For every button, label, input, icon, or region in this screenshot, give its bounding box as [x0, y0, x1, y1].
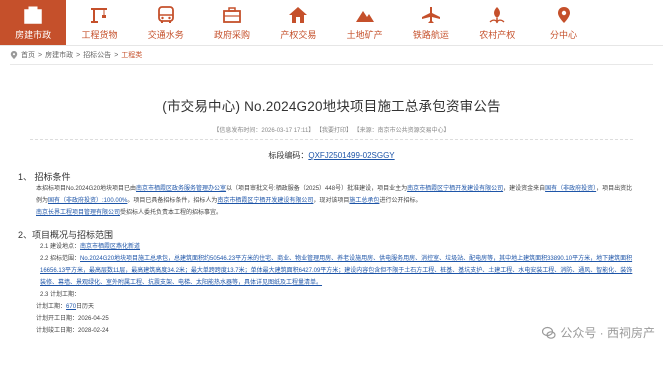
- nav-label: 铁路航运: [412, 29, 449, 40]
- office-icon: [221, 5, 243, 25]
- text: 本招标项目No.2024G20地块项目已由: [36, 186, 137, 192]
- house-icon: [287, 5, 309, 25]
- link-tender-type[interactable]: 施工总承包: [349, 198, 379, 204]
- duration-days[interactable]: 670: [66, 304, 76, 310]
- text: 2.1 建设地点：: [40, 244, 81, 250]
- location-icon: [553, 5, 575, 25]
- breadcrumb-sep: >: [76, 51, 81, 59]
- text: ，建设资金来自: [503, 186, 546, 192]
- text: 以（项目审批文号:栖政服备（2025）448号）批准建设，项目业主为: [226, 186, 408, 192]
- nav-label: 交通水务: [147, 29, 184, 40]
- text: ，现对该项目: [313, 198, 350, 204]
- section-2-title: 2、项目概况与招标范围: [18, 230, 114, 240]
- link-tenderer[interactable]: 南京市栖霞区宁栖开发建设有限公司: [217, 198, 313, 204]
- nav-item-procurement[interactable]: 政府采购: [199, 0, 265, 45]
- breadcrumb-sep: >: [114, 51, 119, 59]
- section-1-title: 1、 招标条件: [18, 172, 71, 182]
- text: 计划工期：: [36, 304, 67, 310]
- nav-label: 房建市政: [15, 29, 52, 40]
- item-2-3: 2.3 计划工期：: [40, 292, 81, 298]
- plane-icon: [420, 5, 442, 25]
- text: 受招标人委托负责本工程的招标事宜。: [120, 210, 223, 216]
- breadcrumb-sep: >: [38, 51, 43, 59]
- section-code[interactable]: QXFJ2501499-02SGGY: [308, 151, 394, 160]
- nav-label: 政府采购: [214, 29, 251, 40]
- link-location[interactable]: 南京市栖霞区燕化新道: [80, 244, 140, 250]
- text: 日历天: [76, 304, 95, 310]
- item-2-2: 2.2 招标范围：No.2024G20地块项目施工总承包，总建筑面积约50546…: [10, 253, 653, 289]
- nav-item-land[interactable]: 土地矿产: [331, 0, 397, 45]
- breadcrumb-level2[interactable]: 房建市政: [45, 50, 73, 60]
- link-project-owner[interactable]: 南京市栖霞区宁栖开发建设有限公司: [407, 186, 503, 192]
- nav-label: 分中心: [550, 29, 578, 40]
- link-fund-source[interactable]: 国有（非政府投资）: [545, 186, 596, 192]
- nav-item-crane[interactable]: 工程货物: [66, 0, 132, 45]
- link-fund-ratio[interactable]: 国有（非政府投资）:100.00%: [48, 198, 127, 204]
- bus-icon: [155, 5, 177, 25]
- nav-item-rail[interactable]: 铁路航运: [398, 0, 464, 45]
- text: 2.2 招标范围：: [40, 256, 81, 262]
- top-nav: 房建市政 工程货物 交通水务 政府采购 产权交易 土地矿产 铁路航运 农村产权 …: [0, 0, 663, 46]
- nav-label: 工程货物: [81, 29, 118, 40]
- link-scope[interactable]: No.2024G20地块项目施工总承包，总建筑面积约50546.23平方米的住宅…: [40, 256, 632, 286]
- watermark-text: 公众号 · 西祠房产: [560, 326, 655, 340]
- divider: [30, 139, 633, 140]
- breadcrumb: 首页 > 房建市政 > 招标公告 > 工程类: [0, 46, 663, 64]
- section-1-paragraph: 本招标项目No.2024G20地块项目已由南京市栖霞区政务服务管理办公室以（项目…: [10, 183, 653, 207]
- crane-icon: [88, 5, 110, 25]
- nav-label: 土地矿产: [346, 29, 383, 40]
- section-code-row: 标段编码：QXFJ2501499-02SGGY: [10, 150, 653, 161]
- location-pin-icon: [10, 51, 18, 59]
- wechat-icon: [542, 326, 556, 339]
- item-2-1: 2.1 建设地点：南京市栖霞区燕化新道: [10, 241, 653, 253]
- nav-label: 产权交易: [280, 29, 317, 40]
- breadcrumb-current: 工程类: [121, 52, 143, 59]
- section-1-agent-paragraph: 南京长界工程项目管理有限公司受招标人委托负责本工程的招标事宜。: [10, 207, 653, 219]
- planned-duration: 计划工期：670日历天: [10, 301, 653, 313]
- text: 。项目已具备招标条件，招标人为: [127, 198, 218, 204]
- nav-item-building[interactable]: 房建市政: [0, 0, 67, 45]
- link-agent[interactable]: 南京长界工程项目管理有限公司: [36, 210, 120, 216]
- nav-label: 农村产权: [479, 29, 516, 40]
- text: 进行公开招标。: [379, 198, 422, 204]
- farm-icon: [486, 5, 508, 25]
- section-code-label: 标段编码：: [268, 151, 309, 160]
- nav-item-bus[interactable]: 交通水务: [133, 0, 199, 45]
- breadcrumb-home[interactable]: 首页: [21, 50, 35, 60]
- nav-item-property[interactable]: 产权交易: [265, 0, 331, 45]
- nav-item-rural[interactable]: 农村产权: [464, 0, 530, 45]
- notice-meta: 【信息发布时间：2026-03-17 17:11】 【我要打印】 【来源：南京市…: [213, 128, 450, 134]
- notice-title: (市交易中心) No.2024G20地块项目施工总承包资审公告: [162, 99, 501, 114]
- nav-item-branch[interactable]: 分中心: [530, 0, 596, 45]
- mountain-icon: [354, 5, 376, 25]
- watermark: 公众号 · 西祠房产: [542, 324, 655, 341]
- link-approval-authority[interactable]: 南京市栖霞区政务服务管理办公室: [136, 186, 226, 192]
- building-icon: [22, 5, 44, 25]
- breadcrumb-level3[interactable]: 招标公告: [83, 50, 111, 60]
